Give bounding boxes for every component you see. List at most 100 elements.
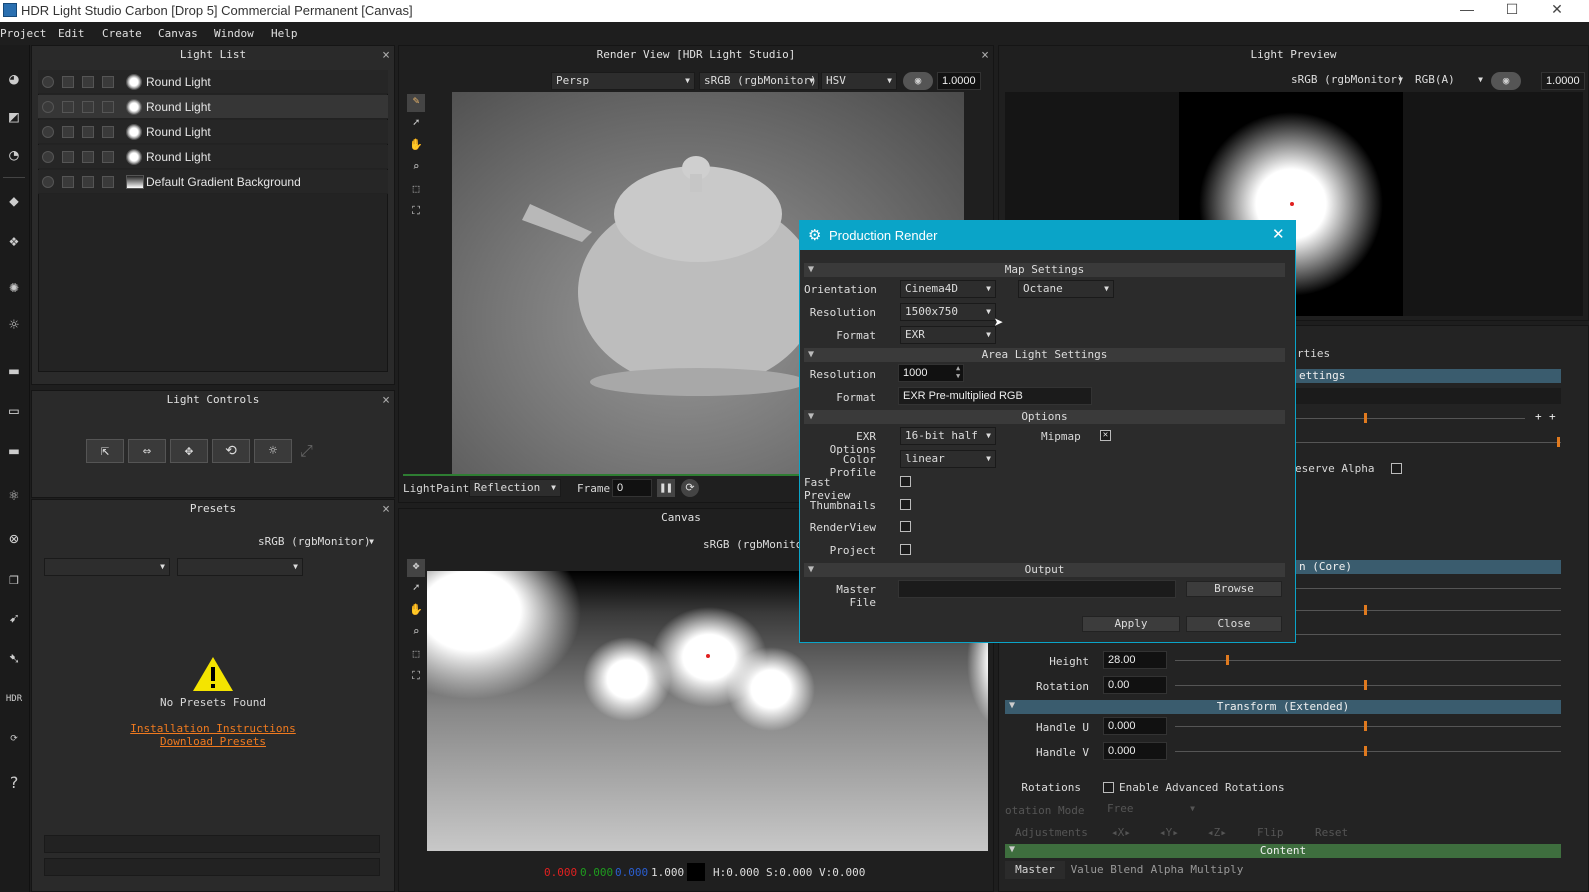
preview-exposure-field[interactable]: 1.0000 [1541, 72, 1585, 90]
lock-icon[interactable] [82, 151, 94, 163]
list-item[interactable]: Round Light [38, 120, 388, 144]
rotation-mode-select[interactable]: Free ▼ [1103, 801, 1199, 819]
add-key-icon[interactable]: + [1535, 410, 1542, 423]
eye-icon[interactable] [42, 76, 54, 88]
zoom-icon[interactable]: ⌕ [407, 160, 425, 178]
slider-knob[interactable] [1364, 605, 1367, 615]
brush-tool-icon[interactable]: ➹ [1, 605, 27, 633]
brightness-light-button[interactable]: ☼ [254, 439, 292, 463]
scale-both-button[interactable]: ✥ [170, 439, 208, 463]
project-checkbox[interactable] [900, 544, 911, 555]
area-resolution-field[interactable]: 1000 [898, 364, 964, 382]
curve-tool-icon[interactable]: ➷ [1, 645, 27, 673]
preserve-alpha-checkbox[interactable] [1391, 463, 1402, 474]
move-light-button[interactable]: ⇱ [86, 439, 124, 463]
thumbnails-checkbox[interactable] [900, 499, 911, 510]
adjust-z-button[interactable]: ◂Z▸ [1207, 826, 1227, 839]
adjust-y-button[interactable]: ◂Y▸ [1159, 826, 1179, 839]
exposure-dial-icon[interactable]: ◉ [903, 72, 933, 90]
height-slider-knob[interactable] [1226, 655, 1229, 665]
close-icon[interactable]: × [382, 48, 390, 63]
mipmap-checkbox[interactable]: ✕ [1100, 430, 1111, 441]
renderer-select[interactable]: Octane ▼ [1018, 280, 1114, 298]
renderview-checkbox[interactable] [900, 521, 911, 532]
close-icon[interactable]: × [382, 502, 390, 517]
exposure-dial-icon[interactable]: ◉ [1491, 72, 1521, 90]
render-exposure-field[interactable]: 1.0000 [937, 72, 981, 90]
help-icon[interactable]: ? [1, 769, 27, 797]
settings-header[interactable]: ettings [1295, 369, 1561, 383]
color-profile-select[interactable]: linear ▼ [900, 450, 996, 468]
hdr-tool-icon[interactable]: HDR [1, 685, 27, 713]
strip-tool-icon[interactable]: ▭ [1, 397, 27, 425]
lock-icon[interactable] [82, 126, 94, 138]
refresh-icon[interactable]: ⟳ [681, 479, 699, 497]
pause-icon[interactable]: ❚❚ [657, 479, 675, 497]
reset-button[interactable]: Reset [1315, 826, 1348, 839]
area-resolution-spinner[interactable]: ▲ ▼ [956, 364, 960, 380]
solo-icon[interactable] [62, 151, 74, 163]
spot-light-tool-icon[interactable]: ◔ [1, 141, 27, 169]
format-select[interactable]: EXR ▼ [900, 326, 996, 344]
atom-tool-icon[interactable]: ⚛ [1, 481, 27, 509]
menu-project[interactable]: Project [0, 27, 46, 40]
browse-button[interactable]: Browse [1186, 581, 1282, 597]
mute-icon[interactable] [102, 76, 114, 88]
paint-icon[interactable]: ✎ [407, 94, 425, 112]
handle-v-field[interactable]: 0.000 [1103, 742, 1167, 760]
lock-icon[interactable] [82, 101, 94, 113]
fit-icon[interactable]: ⛶ [407, 204, 425, 222]
close-button[interactable]: Close [1186, 616, 1282, 632]
slider-knob[interactable] [1557, 437, 1560, 447]
output-header[interactable]: ▼ Output [804, 563, 1285, 577]
move-icon[interactable]: ✥ [407, 559, 425, 577]
area-light-settings-header[interactable]: ▼ Area Light Settings [804, 348, 1285, 362]
apply-button[interactable]: Apply [1082, 616, 1180, 632]
transform-extended-header[interactable]: Transform (Extended) [1005, 700, 1561, 714]
menu-edit[interactable]: Edit [58, 27, 85, 40]
preview-colorspace-select[interactable]: sRGB (rgbMonitor) ▼ [1287, 72, 1407, 90]
add-key-icon-2[interactable]: + [1549, 410, 1556, 423]
adjust-x-button[interactable]: ◂X▸ [1111, 826, 1131, 839]
menu-create[interactable]: Create [102, 27, 142, 40]
eye-icon[interactable] [42, 176, 54, 188]
menu-window[interactable]: Window [214, 27, 254, 40]
solo-icon[interactable] [62, 101, 74, 113]
download-presets-link[interactable]: Download Presets [32, 735, 394, 748]
hdr-refresh-tool-icon[interactable]: ⟳ [1, 725, 27, 753]
dialog-close-icon[interactable]: ✕ [1272, 225, 1285, 243]
eye-icon[interactable] [42, 101, 54, 113]
duplicate-tool-icon[interactable]: ❐ [1, 565, 27, 593]
content-header[interactable]: Content [1005, 844, 1561, 858]
eye-icon[interactable] [42, 151, 54, 163]
hand-icon[interactable]: ✋ [407, 603, 425, 621]
tab-alpha-multiply[interactable]: Alpha Multiply [1149, 861, 1245, 879]
options-header[interactable]: ▼ Options [804, 410, 1285, 424]
lightpaint-mode-select[interactable]: Reflection ▼ [469, 479, 561, 497]
collapse-icon[interactable]: ▼ [1009, 700, 1015, 711]
preview-mode-select[interactable]: RGB(A) ▼ [1411, 72, 1487, 90]
collapse-icon[interactable]: ▼ [1009, 844, 1015, 855]
presets-filter-field[interactable] [44, 858, 380, 876]
handle-v-slider-knob[interactable] [1364, 746, 1367, 756]
menu-canvas[interactable]: Canvas [158, 27, 198, 40]
gradient-tool-icon[interactable]: ▬ [1, 357, 27, 385]
pointer-icon[interactable]: ➚ [407, 116, 425, 134]
mute-icon[interactable] [102, 176, 114, 188]
scale-width-button[interactable]: ⇔ [128, 439, 166, 463]
solo-icon[interactable] [62, 76, 74, 88]
expand-icon[interactable]: ⤢ [300, 441, 313, 461]
render-mode-select[interactable]: HSV ▼ [821, 72, 897, 90]
bar-tool-icon[interactable]: ▬ [1, 437, 27, 465]
fast-preview-checkbox[interactable] [900, 476, 911, 487]
flip-button[interactable]: Flip [1257, 826, 1284, 839]
presets-search-field[interactable] [44, 835, 380, 853]
rect-light-tool-icon[interactable]: ◩ [1, 103, 27, 131]
hand-icon[interactable]: ✋ [407, 138, 425, 156]
core-header[interactable]: n (Core) [1295, 560, 1561, 574]
sun-tool-icon[interactable]: ✺ [1, 273, 27, 301]
lock-icon[interactable] [82, 176, 94, 188]
minimize-button[interactable]: — [1452, 1, 1482, 21]
list-item[interactable]: Round Light [38, 145, 388, 169]
mute-icon[interactable] [102, 126, 114, 138]
